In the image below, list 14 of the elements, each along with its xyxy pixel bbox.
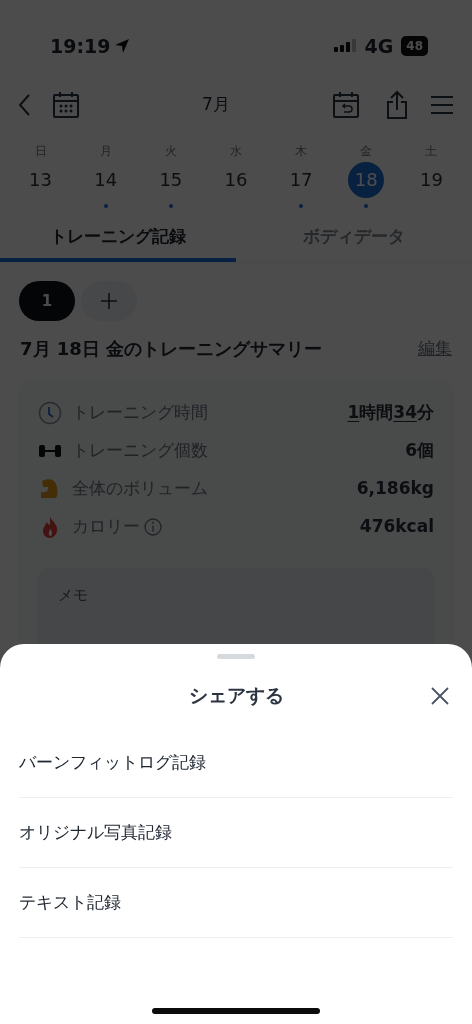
- share-option[interactable]: オリジナル写真記録: [19, 798, 453, 868]
- stat-value: 6,186kg: [356, 477, 434, 501]
- drag-handle[interactable]: [217, 654, 255, 659]
- stat-value: 1時間34分: [347, 401, 434, 425]
- stat-value: 476kcal: [359, 515, 434, 539]
- network-label: 4G: [364, 33, 394, 59]
- status-time: 19:19: [50, 33, 111, 59]
- share-option[interactable]: バーンフィットログ記録: [19, 728, 453, 798]
- sheet-title: シェアする: [188, 682, 284, 708]
- stat-value: 6個: [405, 439, 434, 463]
- nav-title: 7月: [201, 93, 231, 117]
- share-option[interactable]: テキスト記録: [19, 868, 453, 938]
- summary-title: 7月 18日 金のトレーニングサマリー: [20, 337, 323, 361]
- close-icon: [430, 685, 450, 706]
